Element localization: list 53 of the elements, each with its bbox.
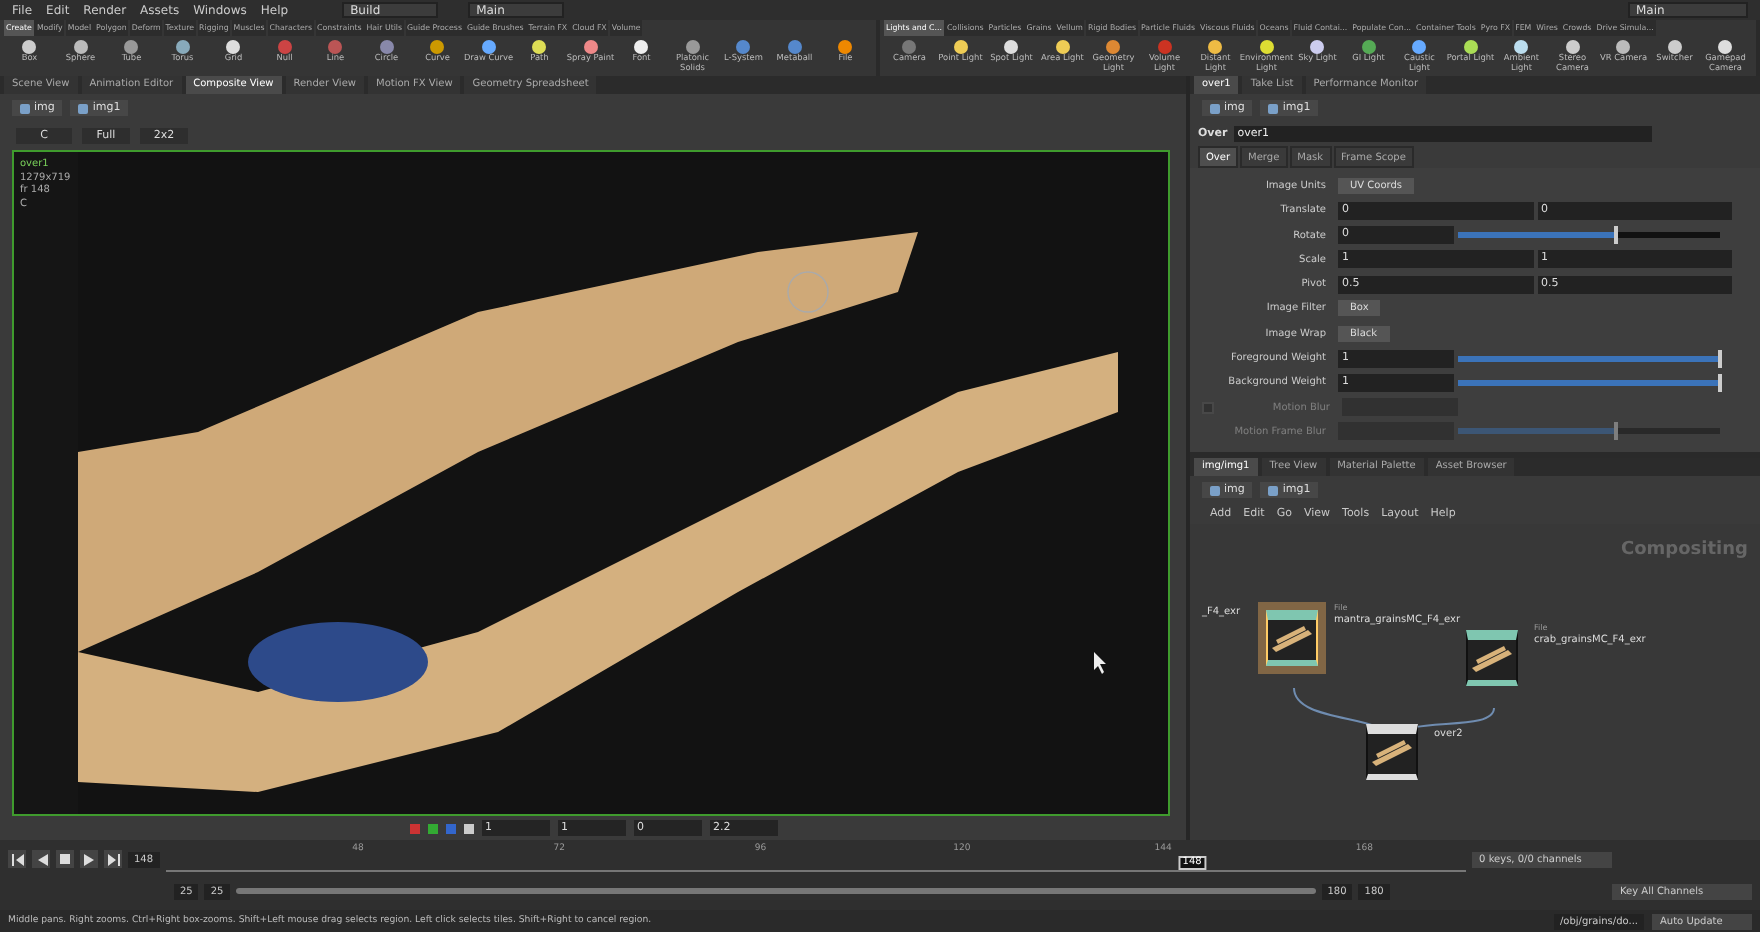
thumbnail-drawing bbox=[1268, 620, 1316, 656]
tool-icon[interactable] bbox=[1004, 40, 1019, 54]
network-icon bbox=[20, 103, 30, 113]
tool-icon[interactable] bbox=[124, 40, 139, 54]
comp-node[interactable] bbox=[1366, 724, 1418, 780]
tool-icon[interactable] bbox=[1259, 40, 1274, 54]
thumbnail-drawing bbox=[1368, 734, 1416, 770]
tool-icon[interactable] bbox=[1616, 40, 1631, 54]
tool-icon[interactable] bbox=[1361, 40, 1376, 54]
last-frame-button[interactable] bbox=[104, 850, 122, 868]
first-frame-button[interactable] bbox=[8, 850, 26, 868]
play-reverse-button[interactable] bbox=[32, 850, 50, 868]
play-button[interactable] bbox=[80, 850, 98, 868]
play-reverse-icon bbox=[35, 853, 47, 865]
tool-icon[interactable] bbox=[73, 40, 88, 54]
slider-fill[interactable] bbox=[1458, 355, 1720, 362]
range-slider[interactable] bbox=[235, 888, 1316, 894]
tool-icon[interactable] bbox=[430, 40, 445, 54]
network-icon bbox=[78, 103, 89, 113]
tool-icon[interactable] bbox=[481, 40, 496, 54]
play-icon bbox=[83, 853, 95, 865]
network-icon bbox=[1210, 485, 1220, 495]
thumbnail-drawing bbox=[1468, 640, 1516, 676]
slider-fill[interactable] bbox=[1458, 232, 1616, 239]
skip-forward-icon bbox=[107, 853, 119, 865]
tool-icon[interactable] bbox=[1208, 40, 1223, 54]
skip-back-icon bbox=[11, 853, 23, 865]
stop-button[interactable] bbox=[56, 850, 74, 868]
tool-icon[interactable] bbox=[1106, 40, 1121, 54]
tool-icon[interactable] bbox=[583, 40, 598, 54]
tool-icon[interactable] bbox=[1412, 40, 1427, 54]
network-icon bbox=[1210, 103, 1220, 113]
tool-icon[interactable] bbox=[22, 40, 37, 54]
tool-icon[interactable] bbox=[1310, 40, 1325, 54]
tool-icon[interactable] bbox=[532, 40, 547, 54]
comp-node[interactable] bbox=[1266, 610, 1318, 666]
network-icon bbox=[1268, 103, 1279, 113]
tool-icon[interactable] bbox=[1718, 40, 1733, 54]
tool-icon[interactable] bbox=[838, 40, 853, 54]
tool-icon[interactable] bbox=[1055, 40, 1070, 54]
tool-icon[interactable] bbox=[685, 40, 700, 54]
tool-icon[interactable] bbox=[226, 40, 241, 54]
stop-icon bbox=[60, 854, 70, 864]
comp-node[interactable] bbox=[1466, 630, 1518, 686]
tool-icon[interactable] bbox=[634, 40, 649, 54]
tool-icon[interactable] bbox=[175, 40, 190, 54]
tool-icon[interactable] bbox=[953, 40, 968, 54]
tool-icon[interactable] bbox=[1565, 40, 1580, 54]
network-icon bbox=[1268, 485, 1279, 495]
slider-fill[interactable] bbox=[1458, 379, 1720, 386]
tool-icon[interactable] bbox=[1463, 40, 1478, 54]
tool-icon[interactable] bbox=[1514, 40, 1529, 54]
tool-icon[interactable] bbox=[1667, 40, 1682, 54]
